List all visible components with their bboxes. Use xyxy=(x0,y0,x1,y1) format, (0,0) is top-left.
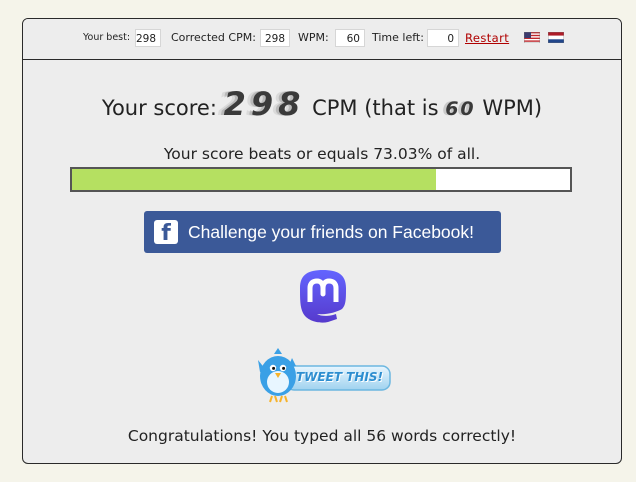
stats-bar: Your best: 298 Corrected CPM: 298 WPM: 6… xyxy=(23,19,621,60)
wpm-score: 60 xyxy=(445,98,476,120)
mastodon-icon[interactable] xyxy=(297,269,349,325)
tweet-this-button[interactable]: TWEET THIS! xyxy=(252,346,392,404)
corrected-cpm-label: Corrected CPM: xyxy=(171,31,256,44)
best-label: Your best: xyxy=(83,32,131,43)
score-line: Your score: 298 CPM (that is 60 WPM) xyxy=(23,85,621,123)
tweet-this-label: TWEET THIS! xyxy=(296,370,383,384)
facebook-challenge-label: Challenge your friends on Facebook! xyxy=(188,222,475,242)
percentile-bar xyxy=(70,167,572,192)
netherlands-flag-icon[interactable] xyxy=(548,32,564,43)
wpm-label: WPM: xyxy=(298,31,329,44)
congratulations-text: Congratulations! You typed all 56 words … xyxy=(127,427,517,445)
facebook-challenge-button[interactable]: f Challenge your friends on Facebook! xyxy=(144,211,501,253)
cpm-score: 298 xyxy=(223,85,306,123)
wpm-value: 60 xyxy=(335,29,365,47)
wpm-unit: WPM) xyxy=(482,96,543,120)
best-value: 298 xyxy=(135,29,161,47)
facebook-icon: f xyxy=(154,220,178,244)
time-left-value: 0 xyxy=(427,29,459,47)
us-flag-icon[interactable] xyxy=(524,32,540,43)
restart-link[interactable]: Restart xyxy=(465,31,509,45)
percentile-text: Your score beats or equals 73.03% of all… xyxy=(163,145,481,163)
time-left-label: Time left: xyxy=(372,31,424,44)
percentile-bar-fill xyxy=(72,169,436,190)
score-prefix: Your score: xyxy=(101,96,217,120)
cpm-unit: CPM (that is xyxy=(312,96,439,120)
result-panel: Your best: 298 Corrected CPM: 298 WPM: 6… xyxy=(22,18,622,464)
corrected-cpm-value: 298 xyxy=(260,29,290,47)
